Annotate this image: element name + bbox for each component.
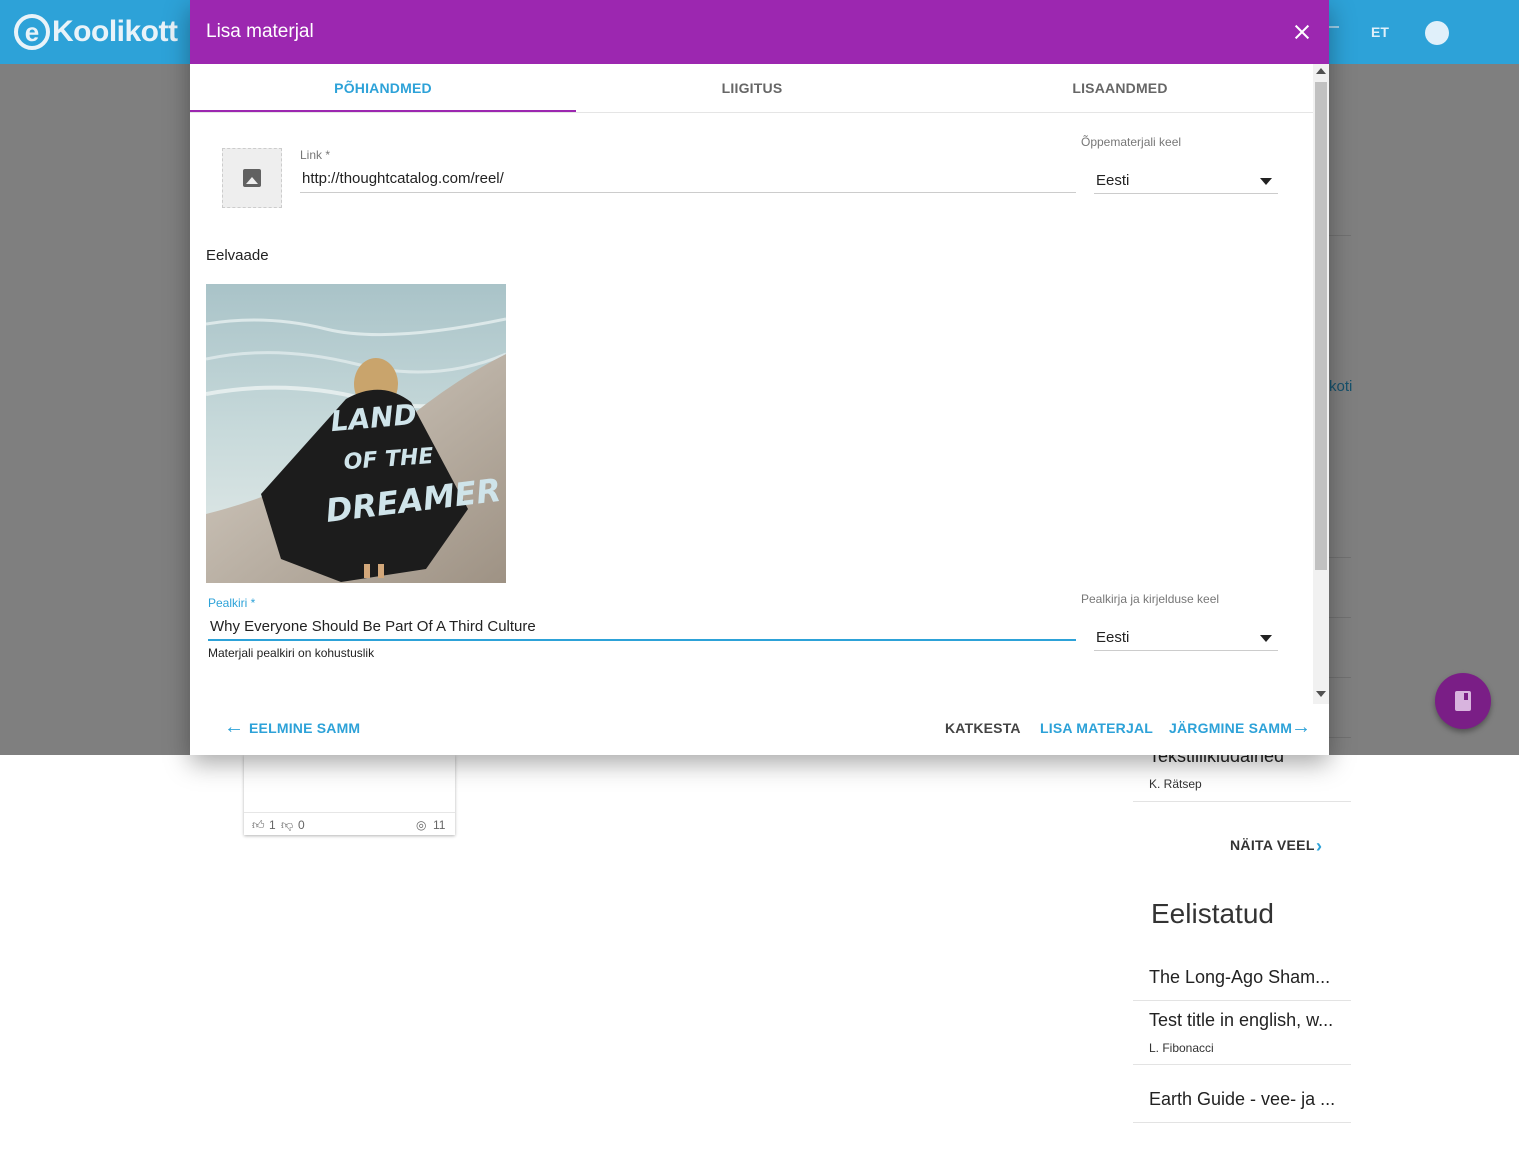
preview-label: Eelvaade — [206, 247, 269, 264]
add-material-fab[interactable] — [1435, 673, 1491, 729]
material-language-underline — [1094, 193, 1278, 194]
favorite-item-author: L. Fibonacci — [1149, 1041, 1214, 1055]
logo-text: Koolikott — [52, 15, 178, 48]
favorite-item-title[interactable]: Test title in english, w... — [1149, 1010, 1333, 1031]
link-underline — [300, 192, 1076, 193]
title-underline — [208, 639, 1076, 641]
title-language-underline — [1094, 650, 1278, 651]
dropdown-arrow-icon[interactable] — [1260, 178, 1272, 185]
link-input[interactable]: http://thoughtcatalog.com/reel/ — [302, 170, 504, 187]
dialog-header: Lisa materjal — [190, 0, 1329, 64]
scroll-up-arrow-icon[interactable] — [1316, 68, 1326, 74]
material-language-label: Õppematerjali keel — [1081, 135, 1182, 149]
add-material-button[interactable]: LISA MATERJAL — [1040, 720, 1153, 736]
scroll-down-arrow-icon[interactable] — [1316, 691, 1326, 697]
next-step-button[interactable]: JÄRGMINE SAMM — [1169, 720, 1292, 736]
arrow-left-icon[interactable]: ← — [224, 716, 244, 739]
book-icon — [1455, 691, 1471, 711]
active-tab-indicator — [190, 110, 576, 112]
card-footer: 👍︎ 1 👎︎ 0 ◎ 11 — [244, 812, 455, 835]
dialog-tabs: PÕHIANDMED LIIGITUS LISAANDMED — [190, 64, 1313, 113]
title-input[interactable]: Why Everyone Should Be Part Of A Third C… — [210, 618, 536, 635]
dialog-title: Lisa materjal — [206, 21, 314, 42]
view-count: 11 — [433, 818, 446, 832]
show-more-button[interactable]: NÄITA VEEL — [1230, 837, 1315, 853]
arrow-right-icon[interactable]: → — [1291, 716, 1311, 739]
logo-e-mark: e — [14, 14, 50, 50]
dislike-count: 0 — [298, 818, 305, 832]
image-icon — [243, 169, 261, 187]
sidebar-divider — [1133, 1000, 1351, 1001]
tab-liigitus[interactable]: LIIGITUS — [566, 64, 938, 112]
chevron-right-icon[interactable]: › — [1316, 836, 1322, 857]
account-icon[interactable] — [1425, 21, 1449, 45]
sidebar-divider — [1133, 1122, 1351, 1123]
title-hint: Materjali pealkiri on kohustuslik — [208, 646, 375, 660]
link-label: Link * — [300, 148, 331, 162]
favorites-heading: Eelistatud — [1151, 898, 1274, 929]
title-label: Pealkiri * — [208, 596, 256, 610]
like-count: 1 — [269, 818, 276, 832]
tab-lisaandmed[interactable]: LISAANDMED — [938, 64, 1302, 112]
language-selector[interactable]: ET — [1371, 24, 1389, 40]
preview-image: LAND OF THE DREAMER — [206, 284, 506, 583]
thumbs-down-icon[interactable]: 👎︎ — [281, 818, 293, 833]
material-language-select[interactable]: Eesti — [1096, 172, 1129, 189]
title-language-select[interactable]: Eesti — [1096, 629, 1129, 646]
sidebar-divider — [1133, 1064, 1351, 1065]
close-icon[interactable] — [1290, 20, 1314, 44]
koolikott-logo[interactable]: e Koolikott — [14, 12, 178, 52]
previous-step-button[interactable]: EELMINE SAMM — [249, 720, 360, 736]
title-language-label: Pealkirja ja kirjelduse keel — [1081, 592, 1220, 606]
thumbs-up-icon[interactable]: 👍︎ — [252, 818, 265, 833]
eye-icon: ◎ — [416, 818, 427, 832]
cancel-button[interactable]: KATKESTA — [945, 720, 1021, 736]
scrollbar-thumb[interactable] — [1315, 82, 1327, 570]
dropdown-arrow-icon[interactable] — [1260, 635, 1272, 642]
tab-pohiandmed[interactable]: PÕHIANDMED — [190, 64, 576, 112]
add-material-dialog: Lisa materjal PÕHIANDMED LIIGITUS LISAAN… — [190, 0, 1329, 755]
recent-item-author: K. Rätsep — [1149, 777, 1202, 791]
favorite-item-title[interactable]: Earth Guide - vee- ja ... — [1149, 1089, 1335, 1110]
thumbnail-upload[interactable] — [222, 148, 282, 208]
material-card[interactable]: 👍︎ 1 👎︎ 0 ◎ 11 — [244, 755, 455, 835]
sidebar-divider — [1133, 801, 1351, 802]
favorite-item-title[interactable]: The Long-Ago Sham... — [1149, 967, 1330, 988]
